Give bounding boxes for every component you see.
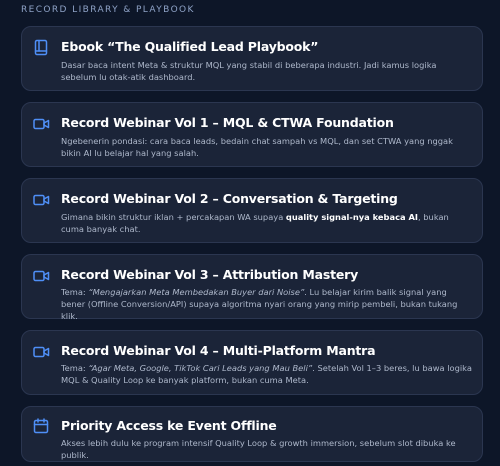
video-camera-icon [33, 116, 50, 135]
video-camera-icon [33, 344, 50, 363]
card-title: Record Webinar Vol 1 – MQL & CTWA Founda… [61, 115, 394, 130]
card-description-quote: “Agar Meta, Google, TikTok Cari Leads ya… [88, 363, 313, 373]
card-description-text: Tema: [61, 287, 89, 297]
card-webinar-vol-2[interactable]: Record Webinar Vol 2 – Conversation & Ta… [21, 178, 483, 243]
book-icon [33, 39, 49, 60]
card-webinar-vol-4[interactable]: Record Webinar Vol 4 – Multi-Platform Ma… [21, 330, 483, 395]
card-description: Ngebenerin pondasi: cara baca leads, bed… [61, 136, 453, 158]
card-description: Tema: “Mengajarkan Meta Membedakan Buyer… [61, 286, 472, 322]
card-description-quote: “Mengajarkan Meta Membedakan Buyer dari … [88, 287, 305, 297]
section-title: RECORD LIBRARY & PLAYBOOK [21, 5, 195, 15]
card-title: Record Webinar Vol 2 – Conversation & Ta… [61, 191, 398, 206]
card-title: Ebook “The Qualified Lead Playbook” [61, 39, 319, 54]
card-title: Priority Access ke Event Offline [61, 418, 277, 433]
calendar-icon [33, 418, 49, 438]
card-webinar-vol-1[interactable]: Record Webinar Vol 1 – MQL & CTWA Founda… [21, 102, 483, 167]
card-description: Tema: “Agar Meta, Google, TikTok Cari Le… [61, 362, 472, 386]
card-description-highlight: quality signal-nya kebaca AI [285, 212, 419, 222]
card-title: Record Webinar Vol 3 – Attribution Maste… [61, 267, 359, 282]
card-ebook[interactable]: Ebook “The Qualified Lead Playbook” Dasa… [21, 26, 483, 91]
card-title: Record Webinar Vol 4 – Multi-Platform Ma… [61, 343, 376, 358]
card-description: Dasar baca intent Meta & struktur MQL ya… [61, 60, 437, 82]
video-camera-icon [33, 192, 50, 211]
card-webinar-vol-3[interactable]: Record Webinar Vol 3 – Attribution Maste… [21, 254, 483, 322]
card-priority-access[interactable]: Priority Access ke Event Offline Akses l… [21, 406, 483, 462]
card-description-text: Gimana bikin struktur iklan + percakapan… [61, 212, 286, 222]
card-description: Gimana bikin struktur iklan + percakapan… [61, 211, 472, 235]
card-description: Akses lebih dulu ke program intensif Qua… [61, 438, 456, 460]
video-camera-icon [33, 268, 50, 287]
card-description-text: Tema: [61, 363, 89, 373]
